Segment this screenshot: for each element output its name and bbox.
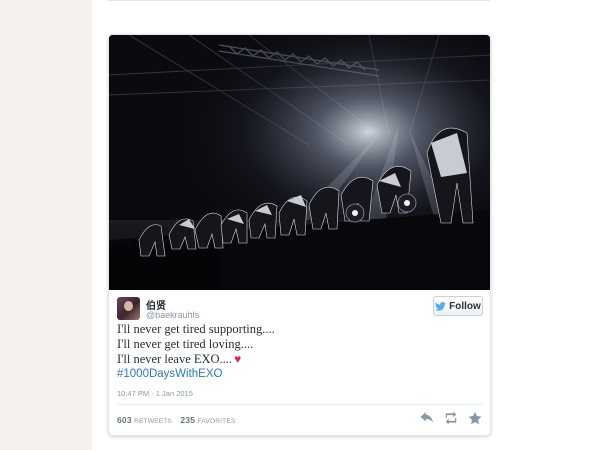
avatar[interactable] [117, 297, 140, 320]
concert-stage-photo [109, 35, 490, 290]
tweet-line-3: I'll never leave EXO.... ♥ [117, 352, 483, 367]
tweet-stats: 603 RETWEETS 235 FAVORITES [117, 415, 241, 425]
tweet-line-3-text: I'll never leave EXO.... [117, 351, 233, 366]
retweets-label: RETWEETS [134, 418, 172, 425]
reply-icon[interactable] [420, 412, 434, 424]
tweet-header: 伯贤 @baekrauhls Follow [117, 296, 483, 324]
tweet-line-1: I'll never get tired supporting.... [117, 322, 275, 336]
hashtag-link[interactable]: #1000DaysWithEXO [117, 368, 222, 380]
favorites-count[interactable]: 235 [180, 415, 195, 425]
favorites-label: FAVORITES [197, 418, 236, 425]
retweet-icon[interactable] [444, 412, 458, 424]
follow-button-label: Follow [449, 300, 481, 312]
left-sidebar-gutter [0, 0, 92, 450]
twitter-bird-icon [435, 301, 446, 311]
tweet-actions [420, 412, 482, 424]
tweet-line-2: I'll never get tired loving.... [117, 336, 254, 351]
retweets-count[interactable]: 603 [117, 415, 132, 425]
stats-divider [117, 404, 483, 405]
top-divider [108, 0, 490, 1]
tweet-text: I'll never get tired supporting.... I'll… [117, 322, 483, 382]
user-handle[interactable]: @baekrauhls [146, 310, 199, 320]
tweet-timestamp[interactable]: 10:47 PM - 1 Jan 2015 [117, 389, 193, 398]
embedded-tweet-card: 伯贤 @baekrauhls Follow I'll never get tir… [108, 34, 491, 436]
heart-icon: ♥ [234, 351, 242, 366]
tweet-photo[interactable] [109, 35, 490, 290]
follow-button[interactable]: Follow [433, 296, 483, 316]
star-icon[interactable] [468, 412, 482, 424]
